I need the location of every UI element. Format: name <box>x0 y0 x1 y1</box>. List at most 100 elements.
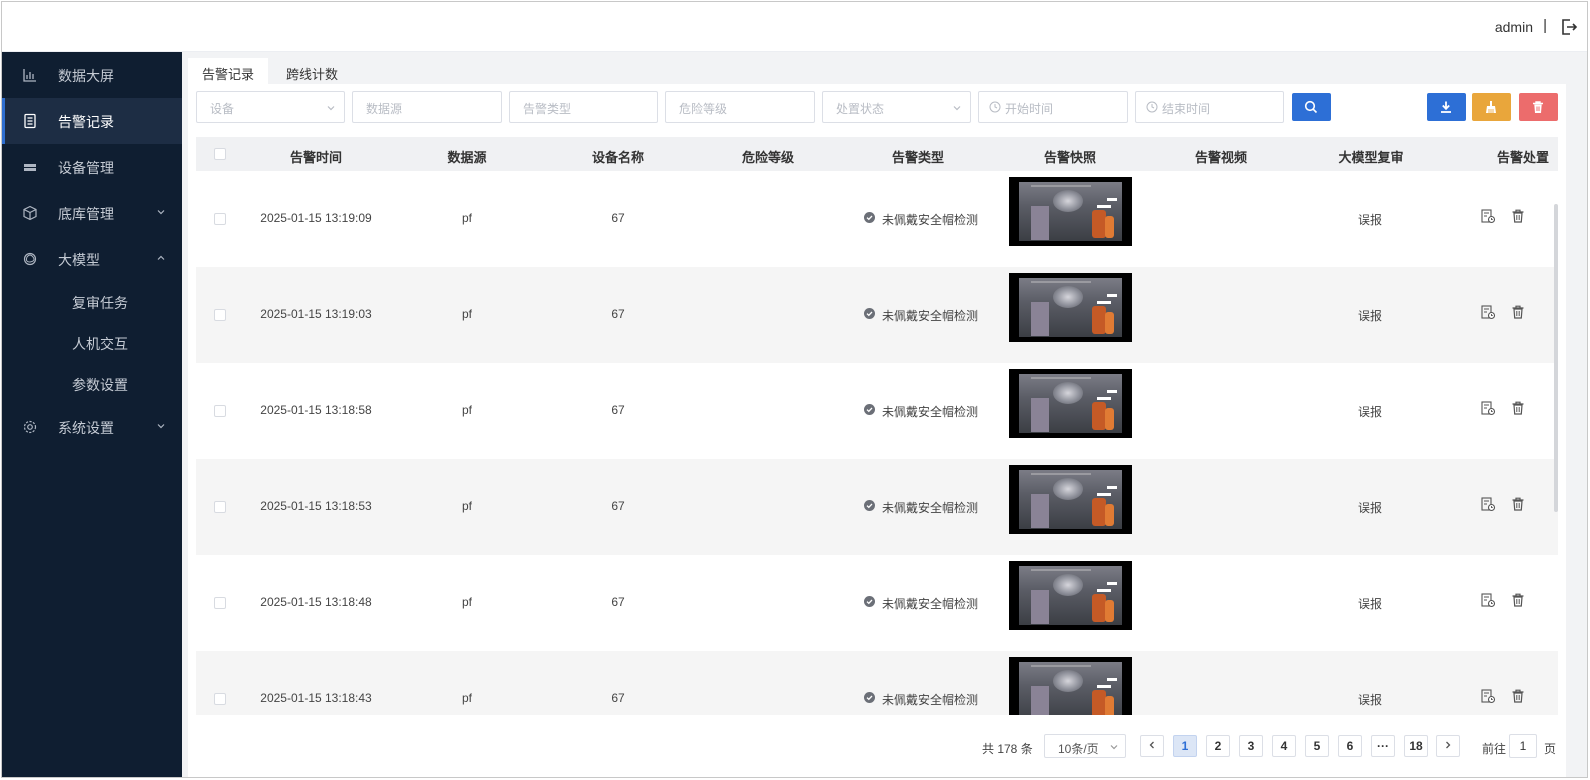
sidebar-item-library[interactable]: 底库管理 <box>2 190 182 236</box>
page-button[interactable]: 5 <box>1305 735 1329 757</box>
check-circle-icon <box>864 692 875 703</box>
download-icon <box>1441 101 1451 113</box>
alert-snapshot[interactable] <box>1009 561 1132 630</box>
trash-icon[interactable] <box>1510 592 1526 608</box>
prev-page-button[interactable] <box>1140 735 1164 757</box>
document-icon <box>24 113 36 129</box>
status-select[interactable]: 处置状态 <box>822 91 971 123</box>
alert-time: 2025-01-15 13:18:43 <box>260 691 372 705</box>
model-review: 误报 <box>1358 213 1383 227</box>
table-row: 2025-01-15 13:18:43 pf 67 未佩戴安全帽检测 误报 <box>196 651 1558 715</box>
handle-icon[interactable] <box>1480 592 1496 608</box>
alert-type-label: 未佩戴安全帽检测 <box>882 309 979 323</box>
main-content: 告警记录 跨线计数 设备 数据源 告警类型 危险等级 处置状态 开始时间 结束时… <box>182 52 1587 777</box>
snapshot-scene <box>1019 374 1122 433</box>
more-pages-button[interactable]: ··· <box>1371 735 1395 757</box>
sidebar-subitem-label: 复审任务 <box>72 295 128 311</box>
device-select[interactable]: 设备 <box>196 91 345 123</box>
alert-type-label: 未佩戴安全帽检测 <box>882 693 979 707</box>
device-name: 67 <box>611 499 625 513</box>
chevron-down-icon <box>1110 745 1118 750</box>
page-button[interactable]: 1 <box>1173 735 1197 757</box>
source-input[interactable]: 数据源 <box>352 91 502 123</box>
alert-snapshot[interactable] <box>1009 369 1132 438</box>
alert-snapshot[interactable] <box>1009 273 1132 342</box>
alert-type-label: 未佩戴安全帽检测 <box>882 501 979 515</box>
page-button[interactable]: 2 <box>1206 735 1230 757</box>
sidebar-item-label: 数据大屏 <box>58 68 114 84</box>
sidebar-item-label: 设备管理 <box>58 160 114 176</box>
chevron-down-icon <box>953 106 961 111</box>
data-source: pf <box>461 499 472 513</box>
sidebar-item-label: 底库管理 <box>58 206 114 222</box>
tab-line-crossing[interactable]: 跨线计数 <box>272 58 352 85</box>
tab-alert-records[interactable]: 告警记录 <box>188 58 269 85</box>
alert-snapshot[interactable] <box>1009 465 1132 534</box>
page-button[interactable]: 18 <box>1404 735 1428 757</box>
table-scrollbar[interactable] <box>1554 204 1558 512</box>
alert-type-input-placeholder: 告警类型 <box>523 102 572 116</box>
column-header: 告警类型 <box>891 150 944 165</box>
trash-icon[interactable] <box>1510 496 1526 512</box>
alert-type-input[interactable]: 告警类型 <box>509 91 658 123</box>
row-checkbox[interactable] <box>214 693 226 705</box>
username[interactable]: admin <box>1495 19 1533 35</box>
clean-button[interactable] <box>1472 93 1511 121</box>
row-checkbox[interactable] <box>214 405 226 417</box>
row-checkbox[interactable] <box>214 501 226 513</box>
search-button[interactable] <box>1292 93 1331 121</box>
snapshot-scene <box>1019 566 1122 625</box>
handle-icon[interactable] <box>1480 688 1496 704</box>
handle-icon[interactable] <box>1480 208 1496 224</box>
model-review: 误报 <box>1358 309 1383 323</box>
alert-type-label: 未佩戴安全帽检测 <box>882 405 979 419</box>
row-checkbox[interactable] <box>214 597 226 609</box>
batch-delete-button[interactable] <box>1519 93 1558 121</box>
sidebar-item-label: 告警记录 <box>58 114 114 130</box>
column-header: 告警时间 <box>289 150 342 165</box>
goto-page-input[interactable]: 1 <box>1509 734 1537 758</box>
start-time-picker[interactable]: 开始时间 <box>978 91 1128 123</box>
sidebar-item-large-model[interactable]: 大模型 <box>2 236 182 282</box>
sidebar-subitem-parameters[interactable]: 参数设置 <box>2 363 182 404</box>
column-header: 数据源 <box>447 150 487 165</box>
data-source: pf <box>461 307 472 321</box>
sidebar-item-devices[interactable]: 设备管理 <box>2 144 182 190</box>
next-page-button[interactable] <box>1436 735 1460 757</box>
table-row: 2025-01-15 13:18:48 pf 67 未佩戴安全帽检测 误报 <box>196 555 1558 651</box>
row-checkbox[interactable] <box>214 309 226 321</box>
handle-icon[interactable] <box>1480 304 1496 320</box>
sidebar-item-alerts[interactable]: 告警记录 <box>2 98 182 144</box>
data-source: pf <box>461 403 472 417</box>
level-input[interactable]: 危险等级 <box>665 91 815 123</box>
alert-snapshot[interactable] <box>1009 177 1132 246</box>
handle-icon[interactable] <box>1480 400 1496 416</box>
logout-icon[interactable] <box>1559 17 1579 37</box>
select-all-checkbox[interactable] <box>214 148 226 160</box>
trash-icon[interactable] <box>1510 688 1526 704</box>
sidebar-subitem-human-interaction[interactable]: 人机交互 <box>2 322 182 363</box>
alert-time: 2025-01-15 13:18:48 <box>260 595 372 609</box>
trash-icon[interactable] <box>1510 304 1526 320</box>
page-button[interactable]: 6 <box>1338 735 1362 757</box>
snapshot-scene <box>1019 278 1122 337</box>
alert-type-label: 未佩戴安全帽检测 <box>882 213 979 227</box>
trash-icon[interactable] <box>1510 208 1526 224</box>
alert-snapshot[interactable] <box>1009 657 1132 715</box>
sidebar-subitem-review-tasks[interactable]: 复审任务 <box>2 281 182 322</box>
clock-icon <box>1146 101 1158 113</box>
sidebar-item-system-settings[interactable]: 系统设置 <box>2 404 182 450</box>
page-size-select[interactable]: 10条/页 <box>1044 734 1126 758</box>
trash-icon[interactable] <box>1510 400 1526 416</box>
row-checkbox[interactable] <box>214 213 226 225</box>
ai-model-icon <box>23 252 37 266</box>
chevron-down-icon <box>157 210 165 215</box>
page-button[interactable]: 3 <box>1239 735 1263 757</box>
handle-icon[interactable] <box>1480 496 1496 512</box>
sidebar-item-dashboard[interactable]: 数据大屏 <box>2 52 182 98</box>
export-button[interactable] <box>1427 93 1466 121</box>
page-button[interactable]: 4 <box>1272 735 1296 757</box>
trash-icon <box>1533 101 1543 113</box>
end-time-picker[interactable]: 结束时间 <box>1135 91 1284 123</box>
snapshot-scene <box>1019 662 1122 715</box>
